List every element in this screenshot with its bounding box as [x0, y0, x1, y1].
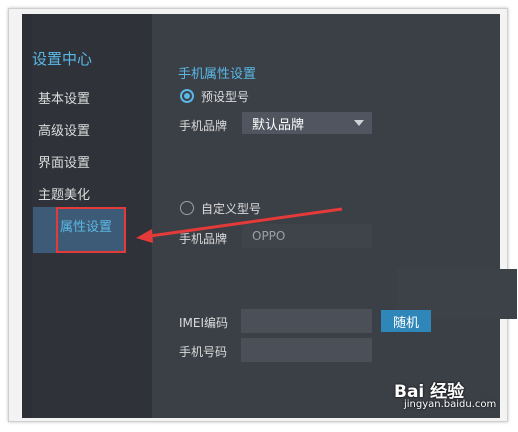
watermark-url: jingyan.baidu.com: [404, 399, 497, 410]
section-title: 手机属性设置: [178, 67, 257, 82]
window-edge-strip: [22, 14, 32, 418]
annotation-highlight-box: [56, 207, 126, 253]
custom-model-radio[interactable]: [180, 201, 194, 215]
brand-select-value: 默认品牌: [252, 117, 305, 133]
sidebar-item-theme[interactable]: 主题美化: [38, 184, 90, 203]
custom-brand-input[interactable]: [242, 224, 372, 248]
sidebar-item-interface[interactable]: 界面设置: [38, 152, 90, 171]
sidebar-item-basic[interactable]: 基本设置: [38, 88, 90, 107]
custom-model-label: 自定义型号: [201, 202, 262, 216]
sidebar-item-advanced[interactable]: 高级设置: [38, 120, 90, 139]
phone-input[interactable]: [241, 338, 372, 362]
phone-label: 手机号码: [179, 345, 228, 359]
preset-brand-label: 手机品牌: [179, 119, 228, 133]
preset-model-label: 预设型号: [201, 90, 250, 104]
sidebar-title: 设置中心: [32, 50, 93, 68]
chevron-down-icon: [354, 120, 364, 126]
random-imei-button[interactable]: 随机: [381, 310, 431, 332]
custom-brand-label: 手机品牌: [179, 232, 228, 246]
brand-select[interactable]: 默认品牌: [242, 112, 372, 134]
imei-label: IMEI编码: [179, 316, 229, 330]
preset-model-radio[interactable]: [180, 89, 194, 103]
imei-input[interactable]: [241, 309, 372, 333]
